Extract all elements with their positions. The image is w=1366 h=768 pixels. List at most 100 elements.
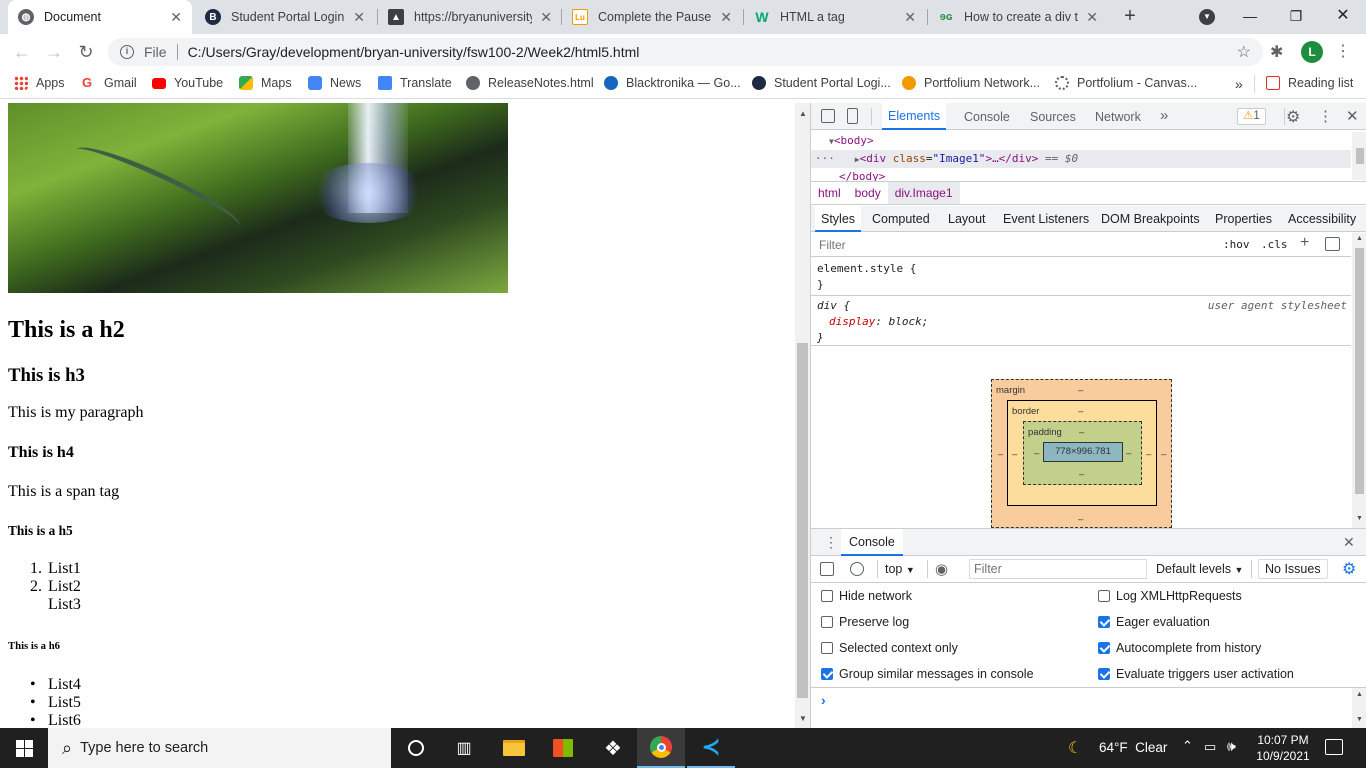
tab-html-a-tag[interactable]: W HTML a tag ✕ — [744, 0, 926, 34]
breadcrumb-div-image1[interactable]: div.Image1 — [887, 182, 960, 204]
restore-button[interactable]: ❐ — [1286, 4, 1306, 28]
drawer-menu-icon[interactable]: ⋮ — [824, 534, 838, 551]
close-window-button[interactable]: ✕ — [1333, 4, 1353, 28]
volume-icon[interactable]: 🕪 — [1227, 738, 1236, 755]
sidebar-toggle-icon[interactable] — [820, 562, 834, 576]
clock[interactable]: 10:07 PM 10/9/2021 — [1252, 732, 1314, 764]
bookmark-youtube[interactable]: YouTube — [152, 76, 223, 90]
issues-button[interactable]: No Issues — [1258, 559, 1328, 579]
minimize-button[interactable]: — — [1240, 4, 1260, 28]
tab-layout[interactable]: Layout — [948, 212, 986, 226]
devtools-menu-icon[interactable]: ⋮ — [1318, 107, 1333, 125]
back-button[interactable]: ← — [10, 40, 34, 64]
store-button[interactable] — [539, 728, 587, 768]
dom-scrollbar[interactable] — [1352, 132, 1366, 180]
bookmark-apps[interactable]: Apps — [14, 76, 65, 90]
scroll-thumb[interactable] — [1355, 248, 1364, 494]
scroll-down-icon[interactable]: ▼ — [1356, 716, 1363, 723]
menu-kebab-icon[interactable]: ⋮ — [1335, 41, 1351, 61]
profile-avatar[interactable]: L — [1301, 41, 1323, 63]
tab-create-div[interactable]: ɘɢ How to create a div th ✕ — [928, 0, 1108, 34]
tab-document[interactable]: ◍ Document ✕ — [8, 0, 192, 34]
bookmark-portfolium-network[interactable]: Portfolium Network... — [902, 76, 1040, 90]
hov-toggle[interactable]: :hov — [1223, 238, 1250, 251]
eye-icon[interactable]: ◉ — [935, 560, 948, 578]
taskbar-search-box[interactable]: ⌕ Type here to search — [48, 728, 391, 768]
star-icon[interactable]: ☆ — [1237, 42, 1251, 62]
border-top-value[interactable]: – — [1078, 406, 1083, 417]
dropbox-button[interactable]: ❖ — [589, 728, 637, 768]
evaluate-triggers-checkbox[interactable] — [1098, 668, 1110, 680]
new-style-rule-icon[interactable]: + — [1300, 234, 1309, 252]
margin-top-value[interactable]: – — [1078, 385, 1083, 396]
bookmark-maps[interactable]: Maps — [239, 76, 292, 90]
tab-styles[interactable]: Styles — [815, 206, 862, 232]
margin-bottom-value[interactable]: – — [1078, 514, 1083, 525]
url-text[interactable]: C:/Users/Gray/development/bryan-universi… — [188, 44, 640, 60]
close-icon[interactable]: ✕ — [1086, 9, 1098, 26]
cls-toggle[interactable]: .cls — [1261, 238, 1288, 251]
boxmodel-content[interactable]: 778×996.781 — [1043, 442, 1123, 462]
forward-button[interactable]: → — [42, 40, 66, 64]
scroll-down-icon[interactable]: ▼ — [799, 714, 807, 723]
bookmark-blacktronika[interactable]: Blacktronika — Go... — [604, 76, 741, 90]
clear-console-icon[interactable] — [850, 562, 864, 576]
bookmark-gmail[interactable]: G Gmail — [82, 76, 137, 91]
selected-context-checkbox[interactable] — [821, 642, 833, 654]
hide-network-checkbox[interactable] — [821, 590, 833, 602]
console-scrollbar[interactable]: ▲ ▼ — [1352, 688, 1366, 728]
scroll-up-icon[interactable]: ▲ — [1356, 691, 1363, 698]
reading-list-button[interactable]: Reading list — [1266, 76, 1353, 90]
tab-search-button[interactable]: ▼ — [1199, 9, 1215, 25]
log-levels-dropdown[interactable]: Default levels ▼ — [1156, 562, 1243, 576]
element-style-selector[interactable]: element.style { — [817, 261, 916, 277]
padding-top-value[interactable]: – — [1079, 427, 1084, 438]
scroll-up-icon[interactable]: ▲ — [1356, 235, 1363, 242]
drawer-tab-console[interactable]: Console — [841, 529, 903, 556]
close-icon[interactable]: ✕ — [904, 9, 916, 26]
dom-node-selected[interactable]: ··· ▶<div class="Image1">…</div> == $0 — [811, 150, 1351, 168]
tab-student-portal[interactable]: B Student Portal Login | ✕ — [195, 0, 375, 34]
tab-computed[interactable]: Computed — [872, 212, 930, 226]
dom-node-body[interactable]: ▼<body> — [811, 132, 1351, 150]
boxmodel-padding[interactable]: padding – – – – 778×996.781 — [1023, 421, 1142, 485]
tab-bryanuniversity[interactable]: ▲ https://bryanuniversity ✕ — [378, 0, 562, 34]
file-explorer-button[interactable] — [490, 728, 538, 768]
boxmodel-margin[interactable]: margin – – – – border – – – padding – – … — [991, 379, 1172, 528]
close-icon[interactable]: ✕ — [720, 9, 732, 26]
bookmark-portfolium-canvas[interactable]: Portfolium - Canvas... — [1055, 76, 1197, 90]
tab-console[interactable]: Console — [964, 110, 1010, 124]
close-icon[interactable]: ✕ — [540, 9, 552, 26]
scroll-thumb[interactable] — [797, 343, 808, 698]
close-drawer-icon[interactable]: ✕ — [1343, 534, 1355, 551]
console-settings-gear-icon[interactable]: ⚙ — [1342, 559, 1356, 579]
start-button[interactable] — [0, 728, 48, 768]
padding-bottom-value[interactable]: – — [1079, 469, 1084, 480]
eager-evaluation-checkbox[interactable] — [1098, 616, 1110, 628]
autocomplete-history-checkbox[interactable] — [1098, 642, 1110, 654]
context-selector[interactable]: top ▼ — [885, 562, 915, 576]
console-input[interactable]: › — [811, 688, 1351, 728]
scroll-up-icon[interactable]: ▲ — [799, 109, 807, 118]
scroll-down-icon[interactable]: ▼ — [1356, 515, 1363, 522]
warnings-badge[interactable]: ⚠1 — [1237, 108, 1266, 125]
toggle-sidebar-icon[interactable] — [1325, 237, 1340, 251]
settings-gear-icon[interactable]: ⚙ — [1286, 107, 1300, 127]
tab-complete-pause[interactable]: Lu Complete the Pause an ✕ — [562, 0, 742, 34]
margin-left-value[interactable]: – — [998, 449, 1003, 460]
inspect-icon[interactable] — [821, 109, 835, 123]
styles-scrollbar[interactable]: ▲ ▼ — [1352, 233, 1366, 528]
tab-network[interactable]: Network — [1095, 110, 1141, 124]
notifications-icon[interactable] — [1325, 739, 1343, 755]
address-bar[interactable]: i File C:/Users/Gray/development/bryan-u… — [108, 38, 1263, 66]
show-hidden-icons-icon[interactable]: ⌃ — [1182, 738, 1193, 754]
padding-right-value[interactable]: – — [1126, 448, 1131, 459]
preserve-log-checkbox[interactable] — [821, 616, 833, 628]
scroll-thumb[interactable] — [1356, 148, 1364, 164]
styles-filter-input[interactable] — [815, 236, 1211, 254]
margin-right-value[interactable]: – — [1161, 449, 1166, 460]
close-icon[interactable]: ✕ — [353, 9, 365, 26]
breadcrumb-body[interactable]: body — [848, 186, 888, 200]
bookmark-translate[interactable]: Translate — [378, 76, 452, 90]
bookmark-student-portal[interactable]: Student Portal Logi... — [752, 76, 891, 90]
